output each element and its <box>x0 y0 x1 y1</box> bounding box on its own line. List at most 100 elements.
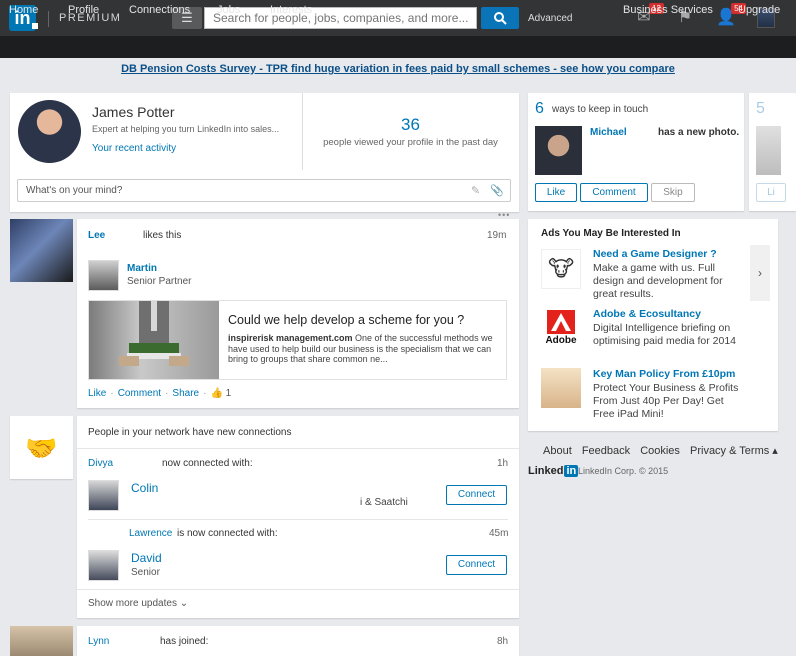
article-image[interactable] <box>89 301 219 379</box>
nav-bar <box>0 36 796 58</box>
nav-connections[interactable]: Connections <box>129 4 190 16</box>
like-count[interactable]: 1 <box>226 388 232 399</box>
keep-in-touch-count-peek: 5 <box>756 100 765 117</box>
copyright-text: LinkedIn Corp. © 2015 <box>578 466 669 476</box>
profile-headline: Expert at helping you turn LinkedIn into… <box>92 124 280 134</box>
ad-body: Digital Intelligence briefing on optimis… <box>593 322 737 347</box>
contact-photo-peek[interactable] <box>756 126 781 175</box>
nav-upgrade[interactable]: Upgrade <box>738 4 780 16</box>
nav-business-services[interactable]: Business Services <box>623 4 713 16</box>
ad-image-cow-icon[interactable]: 🐮 <box>541 249 581 289</box>
handshake-icon: 🤝 <box>25 433 58 463</box>
nav-interests[interactable]: Interests <box>270 4 312 16</box>
keep-in-touch-text: ways to keep in touch <box>552 104 649 115</box>
feed-timestamp: 1h <box>497 458 509 469</box>
feed-action-text: has joined: <box>160 636 209 647</box>
like-button[interactable]: Like <box>535 183 577 202</box>
article-description: One of the successful methods we have us… <box>228 333 493 364</box>
comment-link[interactable]: Comment <box>118 388 161 399</box>
divider <box>77 448 519 449</box>
keep-in-touch-count: 6 <box>535 100 544 117</box>
ad-image-woman-photo[interactable] <box>541 368 581 408</box>
pencil-icon[interactable]: ✎ <box>471 184 480 197</box>
feed-action-text: likes this <box>143 230 182 241</box>
search-icon <box>494 12 507 25</box>
logo-word: Linked <box>528 465 564 477</box>
businessman-illustration <box>119 301 189 366</box>
author-name[interactable]: Martin <box>127 263 157 274</box>
feed-actor-name[interactable]: Lynn <box>88 636 109 647</box>
comment-button[interactable]: Comment <box>580 183 648 202</box>
adobe-wordmark: Adobe <box>545 335 577 346</box>
logo-in-box: in <box>564 465 579 477</box>
article-title[interactable]: Could we help develop a scheme for you ? <box>228 313 464 327</box>
ad-title[interactable]: Need a Game Designer ? <box>593 248 717 260</box>
nav-profile[interactable]: Profile <box>68 4 99 16</box>
connect-button[interactable]: Connect <box>446 485 507 505</box>
divider <box>77 589 519 590</box>
divider <box>88 519 508 520</box>
connection-name[interactable]: David <box>131 551 162 565</box>
adobe-logo-icon <box>547 310 575 334</box>
search-button[interactable] <box>481 7 519 29</box>
footer-linkedin-logo: Linked in <box>528 465 579 477</box>
feed-item <box>77 416 519 618</box>
attachment-icon[interactable]: 📎 <box>490 184 504 197</box>
add-connections-button[interactable]: 👤 54 <box>716 3 746 28</box>
show-more-updates-link[interactable]: Show more updates ⌄ <box>88 598 188 609</box>
footer-about[interactable]: About <box>543 445 572 457</box>
contact-photo[interactable] <box>535 126 582 175</box>
author-photo[interactable] <box>88 260 119 291</box>
advanced-search-link[interactable]: Advanced <box>528 13 572 24</box>
actor-photo[interactable] <box>10 626 73 656</box>
feed-timestamp: 19m <box>487 230 507 241</box>
contact-action-text: has a new photo. <box>658 127 740 138</box>
profile-photo[interactable] <box>18 100 81 163</box>
actor-photo[interactable] <box>10 219 73 282</box>
feed-action-text: is now connected with: <box>177 528 278 539</box>
chevron-right-icon[interactable]: › <box>750 245 770 301</box>
connection-name[interactable]: Colin <box>131 481 158 495</box>
like-button-peek[interactable]: Li <box>756 183 786 202</box>
feed-actions: Like · Comment · Share · 👍 1 <box>88 388 232 399</box>
footer-privacy-terms[interactable]: Privacy & Terms ▴ <box>690 445 778 457</box>
like-link[interactable]: Like <box>88 388 106 399</box>
footer-cookies[interactable]: Cookies <box>640 445 680 457</box>
footer-links: About Feedback Cookies Privacy & Terms ▴ <box>543 444 785 457</box>
profile-views-count[interactable]: 36 <box>302 115 519 135</box>
profile-name[interactable]: James Potter <box>92 104 174 120</box>
footer-feedback[interactable]: Feedback <box>582 445 630 457</box>
connect-button[interactable]: Connect <box>446 555 507 575</box>
ad-title[interactable]: Adobe & Ecosultancy <box>593 308 701 320</box>
feed-timestamp: 45m <box>489 528 509 539</box>
share-link[interactable]: Share <box>172 388 199 399</box>
nav-home[interactable]: Home <box>9 4 38 16</box>
chevron-down-icon: ⌄ <box>179 598 189 609</box>
ad-image-adobe-logo[interactable]: Adobe <box>541 308 581 348</box>
contact-name[interactable]: Michael <box>590 127 627 138</box>
connection-photo[interactable] <box>88 480 119 511</box>
feed-timestamp: 8h <box>497 636 509 647</box>
connection-headline: Senior <box>131 567 160 578</box>
connection-photo[interactable] <box>88 550 119 581</box>
feed-actor-name[interactable]: Lawrence <box>129 528 172 539</box>
show-more-label: Show more updates <box>88 598 177 609</box>
connection-headline: i & Saatchi <box>360 497 408 508</box>
nav-jobs[interactable]: Jobs <box>217 4 240 16</box>
feed-header-text: People in your network have new connecti… <box>88 427 292 438</box>
profile-views-text: people viewed your profile in the past d… <box>323 137 498 148</box>
sponsored-banner-link[interactable]: DB Pension Costs Survey - TPR find huge … <box>0 63 796 75</box>
feed-item <box>77 626 519 656</box>
recent-activity-link[interactable]: Your recent activity <box>92 143 176 154</box>
ad-body: Protect Your Business & Profits From Jus… <box>593 382 739 420</box>
thumbs-up-icon[interactable]: 👍 <box>210 388 222 399</box>
ads-title: Ads You May Be Interested In <box>541 228 681 239</box>
feed-action-text: now connected with: <box>162 458 253 469</box>
ad-title[interactable]: Key Man Policy From £10pm <box>593 368 735 380</box>
feed-actor-name[interactable]: Divya <box>88 458 113 469</box>
ad-body: Make a game with us. Full design and dev… <box>593 262 723 300</box>
search-input[interactable] <box>204 7 477 29</box>
skip-button[interactable]: Skip <box>651 183 695 202</box>
share-update-input[interactable]: What's on your mind? <box>17 179 511 202</box>
feed-actor-name[interactable]: Lee <box>88 230 105 241</box>
